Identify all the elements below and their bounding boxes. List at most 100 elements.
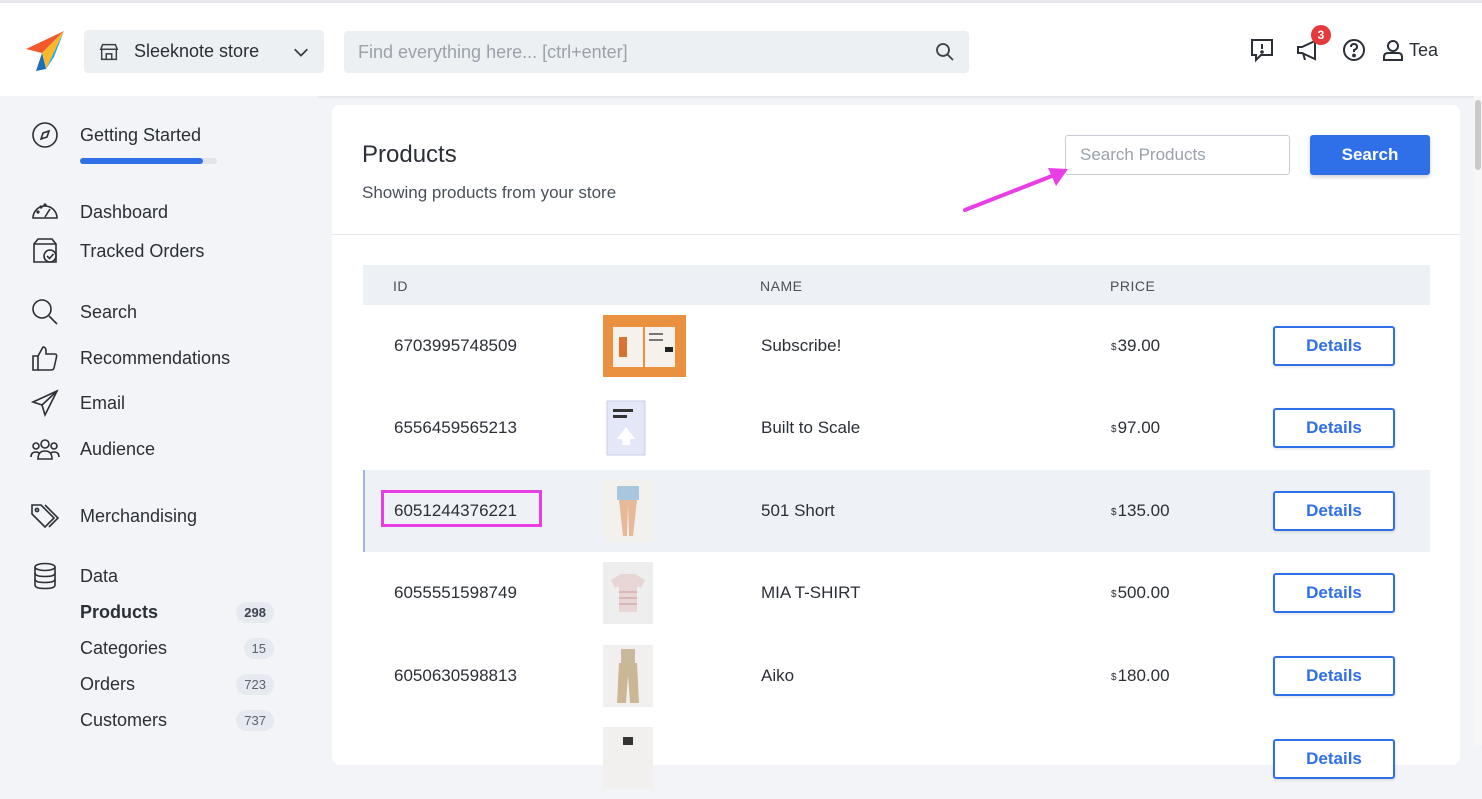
- dashboard-gauge-icon: [32, 203, 58, 219]
- store-icon: [99, 43, 119, 60]
- currency-symbol: $: [1111, 672, 1117, 683]
- search-icon: [32, 299, 58, 325]
- count-badge: 298: [236, 602, 274, 623]
- global-search-box[interactable]: [344, 31, 969, 73]
- user-icon: [1383, 40, 1403, 61]
- price-value: 500.00: [1117, 583, 1170, 602]
- header-divider: [332, 234, 1460, 235]
- sidebar-subitem-orders[interactable]: Orders 723: [80, 674, 274, 695]
- currency-symbol: $: [1111, 424, 1117, 435]
- sidebar-item-label: Dashboard: [80, 201, 169, 222]
- product-thumbnail: [603, 562, 653, 624]
- column-header-name: NAME: [760, 278, 803, 294]
- sidebar-item-label: Recommendations: [80, 347, 231, 368]
- sidebar-subitem-categories[interactable]: Categories 15: [80, 638, 274, 659]
- currency-symbol: $: [1111, 589, 1117, 600]
- currency-symbol: $: [1111, 507, 1117, 518]
- product-thumbnail: [603, 645, 653, 707]
- sidebar-item-getting-started[interactable]: Getting Started: [30, 120, 201, 150]
- notification-badge: 3: [1311, 25, 1331, 45]
- store-selector[interactable]: Sleeknote store: [84, 30, 324, 73]
- product-price: $39.00: [1111, 336, 1160, 356]
- price-value: 39.00: [1117, 336, 1161, 355]
- products-card: Products Showing products from your stor…: [332, 105, 1460, 789]
- product-name: Built to Scale: [761, 418, 861, 437]
- table-row-selected: 6051244376221 501 Short $135.00 Details: [363, 470, 1430, 552]
- table-row: 6055551598749 MIA T-SHIRT $500.00 Detail…: [363, 552, 1430, 634]
- annotation-highlight-box: [381, 490, 542, 527]
- product-price: $97.00: [1111, 418, 1160, 438]
- search-button[interactable]: Search: [1310, 135, 1430, 175]
- chevron-down-icon: [294, 48, 308, 57]
- details-button[interactable]: Details: [1273, 408, 1395, 448]
- product-thumbnail: [603, 397, 653, 459]
- store-name: Sleeknote store: [134, 41, 260, 61]
- scrollbar-thumb[interactable]: [1475, 100, 1481, 170]
- price-value: 97.00: [1117, 418, 1161, 437]
- sidebar-subitem-label: Orders: [80, 674, 136, 694]
- product-id: 6050630598813: [394, 666, 517, 685]
- details-button[interactable]: Details: [1273, 656, 1395, 696]
- details-button[interactable]: Details: [1273, 491, 1395, 531]
- details-button[interactable]: Details: [1273, 573, 1395, 613]
- sidebar-subitem-label: Customers: [80, 710, 168, 730]
- announcements-icon[interactable]: 3: [1295, 25, 1331, 63]
- sidebar-item-recommendations[interactable]: Recommendations: [30, 343, 230, 373]
- header-actions: 3 Tea: [1249, 25, 1438, 63]
- paper-plane-icon: [30, 389, 59, 418]
- thumbs-up-icon: [32, 346, 58, 371]
- page-subtitle: Showing products from your store: [362, 183, 617, 202]
- count-badge: 15: [243, 638, 274, 659]
- details-button[interactable]: Details: [1273, 739, 1395, 779]
- sidebar-subitem-customers[interactable]: Customers 737: [80, 710, 274, 731]
- database-icon: [34, 562, 56, 590]
- sidebar-item-search[interactable]: Search: [30, 297, 137, 327]
- sidebar-item-label: Search: [80, 301, 138, 322]
- sidebar-subitem-label: Categories: [80, 638, 168, 658]
- column-header-id: ID: [393, 278, 408, 294]
- sidebar-item-label: Merchandising: [80, 505, 198, 526]
- sidebar-item-merchandising[interactable]: Merchandising: [30, 501, 197, 531]
- sidebar-item-label: Data: [80, 565, 119, 586]
- details-button[interactable]: Details: [1273, 326, 1395, 366]
- product-name: Aiko: [761, 666, 795, 685]
- sidebar-item-label: Tracked Orders: [80, 240, 205, 261]
- product-name: 501 Short: [761, 501, 835, 520]
- product-search-input[interactable]: [1065, 135, 1290, 175]
- user-name: Tea: [1409, 39, 1439, 60]
- price-value: 135.00: [1117, 501, 1170, 520]
- sidebar-item-dashboard[interactable]: Dashboard: [30, 197, 168, 227]
- sidebar: Getting Started Dashboard Tracked Orders…: [0, 96, 318, 745]
- product-thumbnail: [603, 727, 653, 789]
- top-bar: Sleeknote store 3 Tea: [0, 0, 1482, 96]
- sidebar-item-data[interactable]: Data: [30, 561, 118, 591]
- price-value: 180.00: [1117, 666, 1170, 685]
- sleeknote-logo[interactable]: [24, 29, 66, 73]
- table-header: ID NAME PRICE: [363, 265, 1430, 305]
- sidebar-subitem-label: Products: [80, 602, 159, 622]
- help-icon[interactable]: [1341, 37, 1367, 63]
- audience-icon: [30, 439, 60, 460]
- table-row: 6556459565213 Built to Scale $97.00 Deta…: [363, 387, 1430, 469]
- table-row: 6703995748509 Subscribe! $39.00 Details: [363, 305, 1430, 387]
- sidebar-item-audience[interactable]: Audience: [30, 434, 155, 464]
- search-icon[interactable]: [935, 42, 955, 62]
- global-search-input[interactable]: [358, 41, 935, 63]
- sidebar-item-email[interactable]: Email: [30, 388, 125, 418]
- sidebar-subitem-products[interactable]: Products 298: [80, 602, 274, 623]
- count-badge: 723: [236, 674, 274, 695]
- product-id: 6556459565213: [394, 418, 517, 437]
- sidebar-item-label: Audience: [80, 438, 156, 459]
- currency-symbol: $: [1111, 342, 1117, 353]
- user-menu[interactable]: Tea: [1381, 38, 1438, 62]
- sidebar-item-label: Getting Started: [80, 124, 202, 145]
- product-price: $135.00: [1111, 501, 1170, 521]
- sidebar-item-tracked-orders[interactable]: Tracked Orders: [30, 236, 204, 266]
- table-row: 6050630598813 Aiko $180.00 Details: [363, 635, 1430, 717]
- feedback-icon[interactable]: [1249, 37, 1275, 63]
- product-name: MIA T-SHIRT: [761, 583, 861, 602]
- sidebar-item-label: Email: [80, 392, 126, 413]
- page-scrollbar[interactable]: [1474, 96, 1482, 745]
- count-badge: 737: [236, 710, 274, 731]
- getting-started-progress: [80, 158, 217, 164]
